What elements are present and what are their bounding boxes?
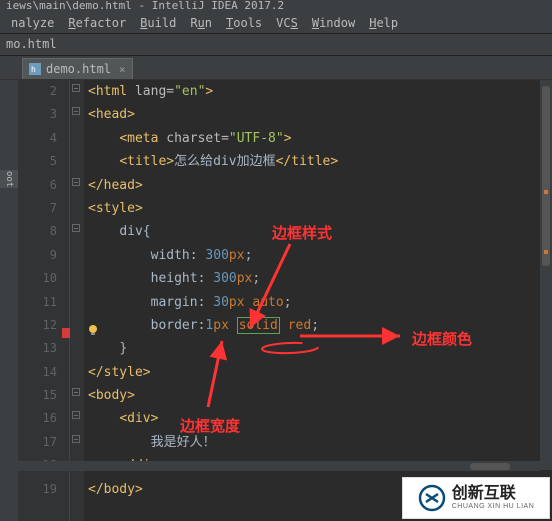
code-line: width: 300px;	[88, 244, 552, 267]
watermark-logo-icon	[418, 484, 446, 512]
html-file-icon: h	[29, 63, 41, 75]
code-area[interactable]: <html lang="en"> <head> <meta charset="U…	[84, 80, 552, 521]
fold-icon[interactable]: −	[72, 107, 80, 115]
code-line: 我是好人！	[88, 431, 552, 454]
vertical-scrollbar[interactable]	[540, 80, 552, 470]
intention-bulb-icon[interactable]	[86, 323, 100, 337]
code-line: <div>	[88, 407, 552, 430]
fold-icon[interactable]: −	[72, 411, 80, 419]
menu-run[interactable]: Run	[183, 16, 219, 30]
line-number: 6	[18, 174, 57, 197]
editor-tab-bar: h demo.html ×	[0, 56, 552, 80]
fold-icon[interactable]: −	[72, 224, 80, 232]
label-border-width: 边框宽度	[180, 415, 240, 436]
code-line: </head>	[88, 174, 552, 197]
menu-bar: nalyze Refactor Build Run Tools VCS Wind…	[0, 12, 552, 34]
line-number: 15	[18, 384, 57, 407]
solid-highlight: solid	[237, 317, 280, 334]
line-number: 14	[18, 361, 57, 384]
marker-dot	[544, 190, 548, 194]
line-number: 3	[18, 103, 57, 126]
line-number: 8	[18, 220, 57, 243]
line-number: 12	[18, 314, 57, 337]
code-line: margin: 30px auto;	[88, 291, 552, 314]
scroll-thumb[interactable]	[542, 86, 550, 266]
code-line: <title>怎么给div加边框</title>	[88, 150, 552, 173]
code-editor[interactable]: oot 2 3 4 5 6 7 8 9 10 11 12 13 14 15 16…	[0, 80, 552, 521]
fold-icon[interactable]: −	[72, 435, 80, 443]
code-line: <html lang="en">	[88, 80, 552, 103]
svg-text:h: h	[31, 65, 36, 74]
tab-demo-html[interactable]: h demo.html ×	[22, 58, 133, 79]
code-line: <body>	[88, 384, 552, 407]
fold-icon[interactable]: −	[72, 178, 80, 186]
watermark-sub: CHUANG XIN HU LIAN	[452, 503, 535, 511]
menu-build[interactable]: Build	[133, 16, 183, 30]
title-bar: iews\main\demo.html - IntelliJ IDEA 2017…	[0, 0, 552, 12]
code-line: <meta charset="UTF-8">	[88, 127, 552, 150]
tab-label: demo.html	[46, 62, 111, 76]
watermark-brand: 创新互联	[452, 485, 535, 503]
marker-dot	[544, 250, 548, 254]
menu-analyze[interactable]: nalyze	[4, 16, 61, 30]
code-line: </style>	[88, 361, 552, 384]
line-number: 7	[18, 197, 57, 220]
menu-vcs[interactable]: VCS	[269, 16, 305, 30]
line-number: 5	[18, 150, 57, 173]
watermark: 创新互联 CHUANG XIN HU LIAN	[402, 477, 550, 519]
code-line: <style>	[88, 197, 552, 220]
fold-icon[interactable]: −	[72, 388, 80, 396]
left-tool-gutter: oot	[0, 80, 18, 521]
line-number: 2	[18, 80, 57, 103]
menu-window[interactable]: Window	[305, 16, 362, 30]
label-border-color: 边框颜色	[412, 328, 472, 349]
line-number: 13	[18, 337, 57, 360]
menu-help[interactable]: Help	[362, 16, 405, 30]
line-number: 4	[18, 127, 57, 150]
line-number-gutter: 2 3 4 5 6 7 8 9 10 11 12 13 14 15 16 17 …	[18, 80, 70, 521]
code-line: }	[88, 337, 552, 360]
breadcrumb: mo.html	[0, 34, 552, 56]
line-number: 10	[18, 267, 57, 290]
label-border-style: 边框样式	[272, 222, 332, 243]
code-line: height: 300px;	[88, 267, 552, 290]
line-number: 16	[18, 407, 57, 430]
code-line: <head>	[88, 103, 552, 126]
fold-column: − − − − − − −	[70, 80, 84, 521]
fold-icon[interactable]: −	[72, 84, 80, 92]
line-number: 17	[18, 431, 57, 454]
line-number: 9	[18, 244, 57, 267]
horizontal-scrollbar[interactable]	[0, 461, 540, 471]
menu-refactor[interactable]: Refactor	[61, 16, 133, 30]
line-number: 19	[18, 478, 57, 501]
close-icon[interactable]: ×	[116, 63, 126, 76]
side-tab-root[interactable]: oot	[0, 170, 18, 188]
menu-tools[interactable]: Tools	[219, 16, 269, 30]
scroll-thumb[interactable]	[470, 463, 510, 470]
code-line: border:1px solid red;	[88, 314, 552, 337]
line-number: 11	[18, 291, 57, 314]
